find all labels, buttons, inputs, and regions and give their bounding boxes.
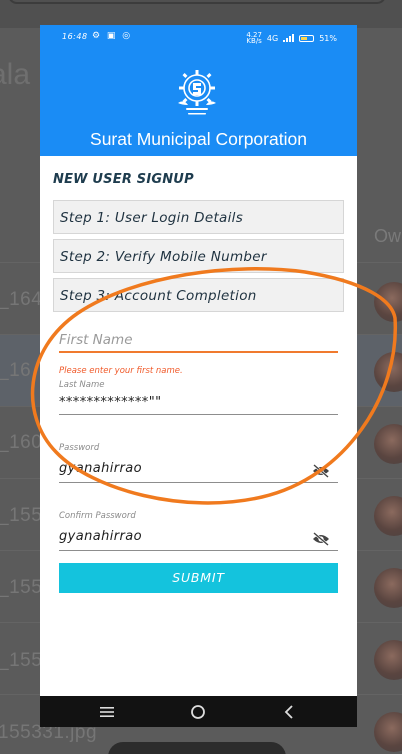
background-title-fragment: ala bbox=[0, 58, 31, 91]
last-name-field[interactable]: *************"" bbox=[59, 395, 161, 410]
confirm-password-field[interactable]: gyanahirrao bbox=[59, 529, 142, 544]
confirm-password-underline bbox=[59, 550, 338, 551]
last-name-underline bbox=[59, 414, 338, 415]
password-underline bbox=[59, 482, 338, 483]
step-1-login-details[interactable]: Step 1: User Login Details bbox=[53, 200, 344, 234]
battery-level: 51% bbox=[319, 33, 337, 43]
last-name-label: Last Name bbox=[59, 380, 105, 390]
background-avatar bbox=[374, 282, 402, 322]
notification-icons: ⚙ ▣ ◎ bbox=[92, 31, 133, 41]
network-speed: 4.27 KB/s bbox=[246, 31, 262, 45]
smc-emblem-icon bbox=[178, 70, 216, 115]
background-row-text: _155 bbox=[0, 505, 43, 526]
phone-screenshot: 16:48 ⚙ ▣ ◎ 4.27 KB/s 4G 51% Surat Munic… bbox=[40, 25, 357, 727]
battery-icon bbox=[299, 34, 315, 42]
first-name-field[interactable]: First Name bbox=[59, 332, 133, 348]
android-nav-bar bbox=[40, 696, 357, 727]
confirm-password-label: Confirm Password bbox=[59, 511, 136, 521]
signup-title: NEW USER SIGNUP bbox=[53, 172, 194, 187]
background-row-text: _16 bbox=[0, 360, 32, 381]
background-row-text: _155 bbox=[0, 650, 43, 671]
background-search-bar bbox=[0, 0, 402, 28]
step-3-account-completion[interactable]: Step 3: Account Completion bbox=[53, 278, 344, 312]
visibility-off-icon[interactable] bbox=[312, 532, 330, 546]
background-avatar bbox=[374, 712, 402, 752]
organization-name: Surat Municipal Corporation bbox=[90, 129, 307, 149]
status-bar: 16:48 ⚙ ▣ ◎ 4.27 KB/s 4G 51% bbox=[40, 25, 357, 49]
background-avatar bbox=[374, 496, 402, 536]
status-time: 16:48 bbox=[62, 32, 88, 41]
background-row-text: _164 bbox=[0, 289, 43, 310]
back-icon[interactable] bbox=[282, 704, 298, 720]
background-column-fragment: Ow bbox=[374, 226, 401, 246]
background-avatar bbox=[374, 640, 402, 680]
password-label: Password bbox=[59, 443, 100, 453]
background-row-text: _155 bbox=[0, 577, 43, 598]
network-type: 4G bbox=[266, 33, 279, 43]
submit-button[interactable]: SUBMIT bbox=[59, 563, 338, 593]
background-bottom-pill bbox=[108, 742, 286, 754]
step-2-verify-mobile[interactable]: Step 2: Verify Mobile Number bbox=[53, 239, 344, 273]
recent-apps-icon[interactable] bbox=[99, 704, 115, 720]
background-avatar bbox=[374, 424, 402, 464]
signal-icon bbox=[283, 34, 295, 42]
password-field[interactable]: gyanahirrao bbox=[59, 461, 142, 476]
background-avatar bbox=[374, 568, 402, 608]
first-name-error: Please enter your first name. bbox=[59, 366, 183, 376]
first-name-underline bbox=[59, 351, 338, 353]
background-row-text: _160 bbox=[0, 432, 43, 453]
home-icon[interactable] bbox=[190, 704, 206, 720]
visibility-off-icon[interactable] bbox=[312, 464, 330, 478]
